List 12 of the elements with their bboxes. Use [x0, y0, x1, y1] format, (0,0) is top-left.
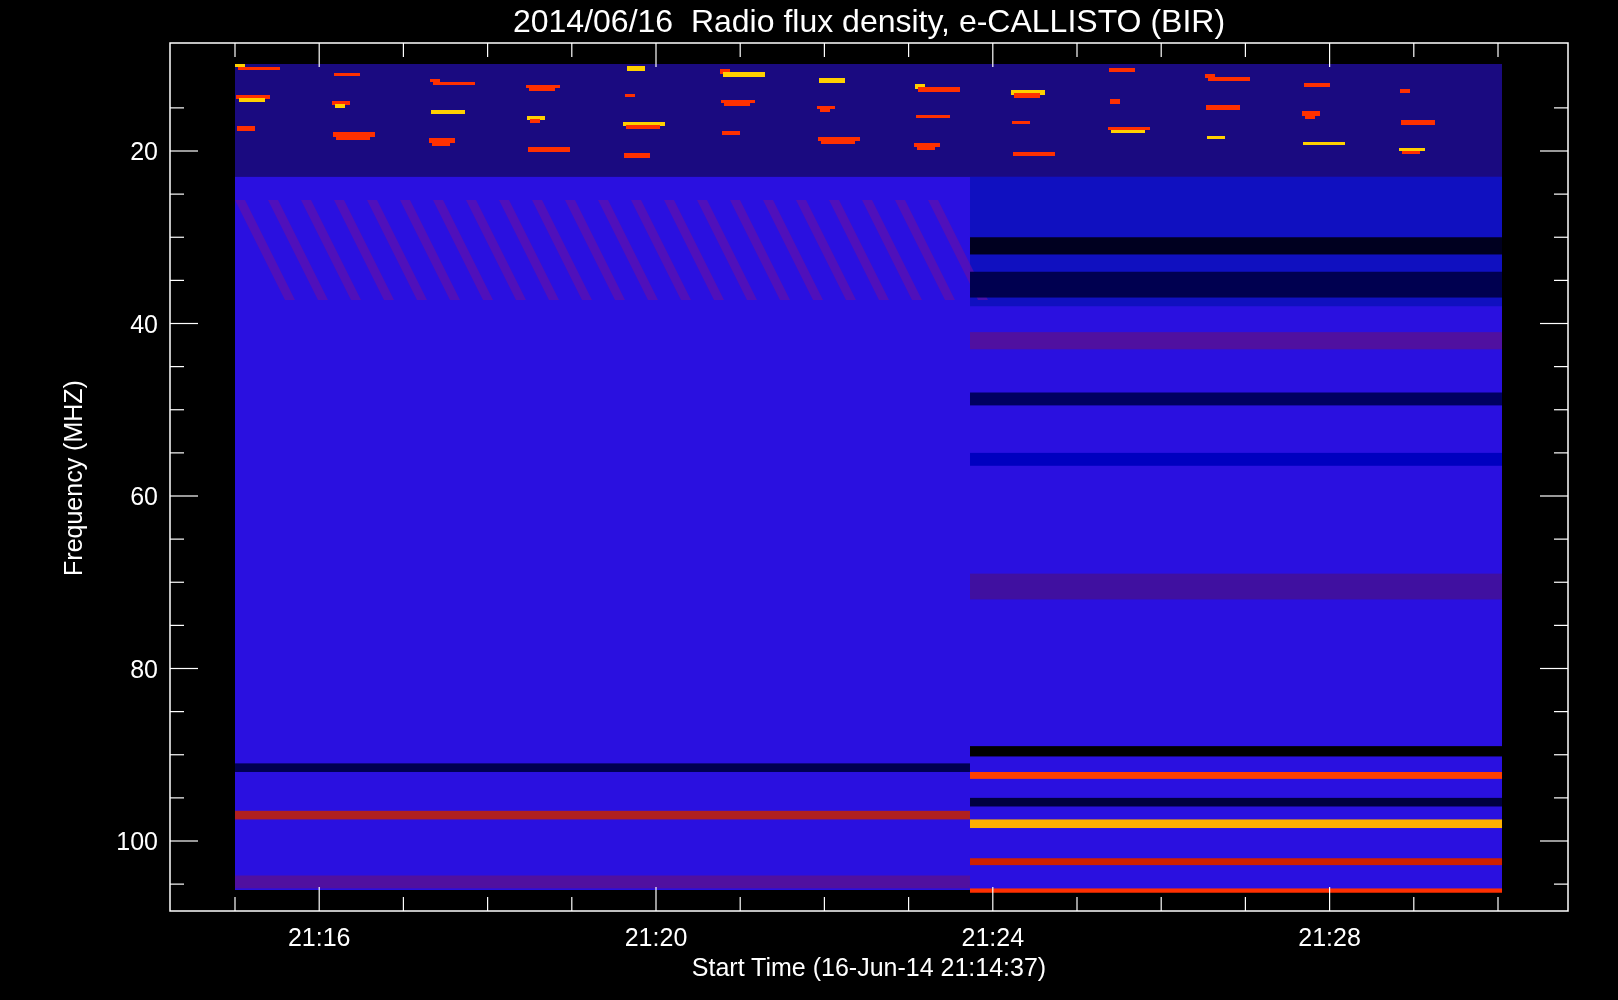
- y-tick-label: 40: [130, 309, 158, 338]
- x-axis-label: Start Time (16-Jun-14 21:14:37): [691, 953, 1047, 981]
- y-tick-label: 20: [130, 137, 158, 165]
- chart-title: 2014/06/16 Radio flux density, e-CALLISTO (BIR): [512, 3, 1226, 39]
- x-tick-label: 21:20: [624, 923, 688, 951]
- y-tick-label: 100: [116, 827, 158, 855]
- y-tick-label: 80: [130, 654, 158, 683]
- x-tick-label: 21:24: [961, 923, 1025, 951]
- y-tick-label: 60: [130, 482, 158, 510]
- x-tick-label: 21:28: [1298, 923, 1361, 951]
- y-axis-label: Frequency (MHZ): [59, 380, 87, 576]
- x-tick-label: 21:16: [287, 923, 351, 951]
